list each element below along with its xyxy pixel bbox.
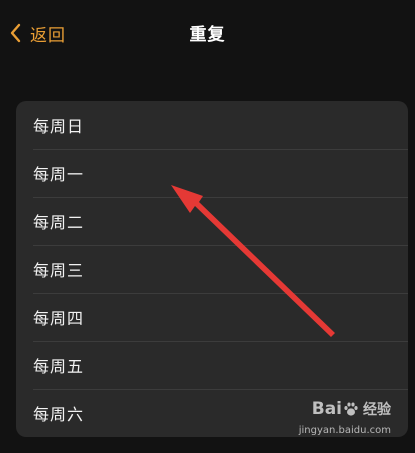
baidu-jingyan-watermark: Bai 经验 jingyan.baidu.com xyxy=(279,399,391,443)
list-item-label: 每周三 xyxy=(33,261,85,280)
list-item-tuesday[interactable]: 每周二 xyxy=(16,197,408,245)
list-item-label: 每周四 xyxy=(33,309,85,328)
list-item-friday[interactable]: 每周五 xyxy=(16,341,408,389)
watermark-brand-left: Bai xyxy=(311,399,342,419)
navigation-bar: 返回 重复 xyxy=(0,0,415,66)
page-title: 重复 xyxy=(189,25,226,45)
list-item-label: 每周日 xyxy=(33,117,85,136)
baidu-paw-icon xyxy=(344,402,358,416)
list-item-label: 每周一 xyxy=(33,165,85,184)
list-item-sunday[interactable]: 每周日 xyxy=(16,101,408,149)
list-item-thursday[interactable]: 每周四 xyxy=(16,293,408,341)
list-item-label: 每周五 xyxy=(33,357,85,376)
repeat-options-list: 每周日 每周一 每周二 每周三 每周四 每周五 每周六 xyxy=(16,101,408,437)
list-item-wednesday[interactable]: 每周三 xyxy=(16,245,408,293)
list-item-label: 每周六 xyxy=(33,405,85,424)
list-item-label: 每周二 xyxy=(33,213,85,232)
watermark-brand: Bai 经验 xyxy=(312,399,391,419)
list-item-monday[interactable]: 每周一 xyxy=(16,149,408,197)
watermark-url: jingyan.baidu.com xyxy=(298,425,391,436)
watermark-brand-right: 经验 xyxy=(363,402,391,418)
